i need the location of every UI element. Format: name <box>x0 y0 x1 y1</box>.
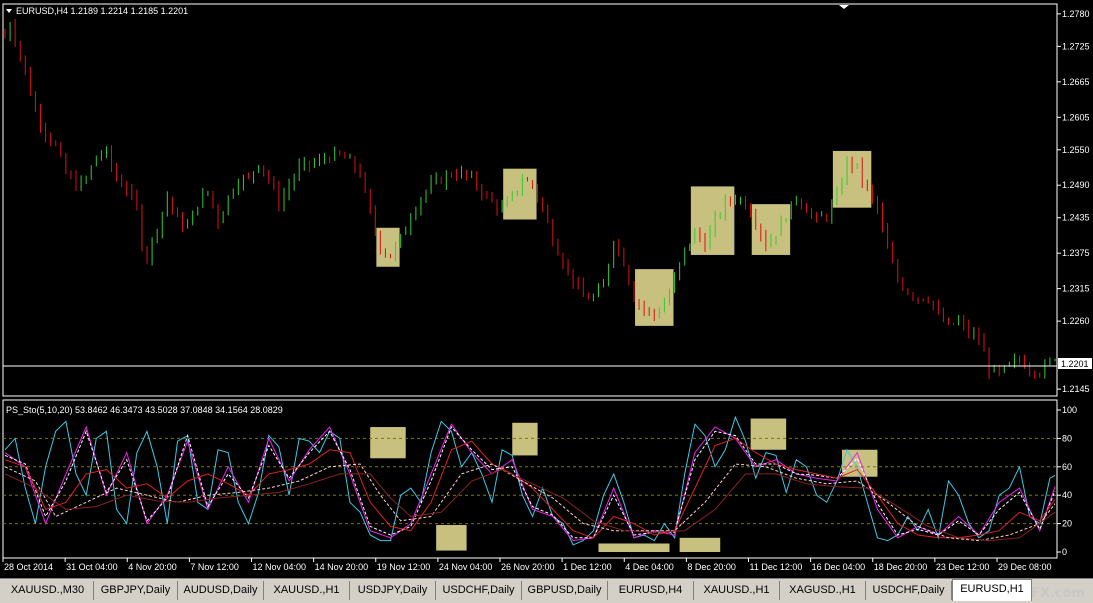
price-tick-label: 1.2550 <box>1062 145 1090 155</box>
time-tick-label: 18 Dec 20:00 <box>874 562 928 572</box>
time-tick-label: 28 Oct 2014 <box>4 562 53 572</box>
indicator-tick-label: 40 <box>1062 490 1072 500</box>
price-tick-label: 1.2435 <box>1062 213 1090 223</box>
price-tick-label: 1.2725 <box>1062 41 1090 51</box>
chart-tab[interactable]: XAUUSD.,H1 <box>264 581 350 600</box>
chart-menu-arrow-icon[interactable] <box>6 9 12 13</box>
price-tick-label: 1.2375 <box>1062 248 1090 258</box>
chart-tab[interactable]: GBPJPY,Daily <box>94 581 178 600</box>
time-tick-label: 23 Dec 12:00 <box>936 562 990 572</box>
chart-canvas[interactable]: 1.2780 1.2725 1.2665 1.2605 1.2550 1.2490 1.24… <box>0 0 1093 578</box>
chart-tab[interactable]: GBPUSD,Daily <box>522 581 608 600</box>
chart-tab-bar: XAUUSD.,M30 GBPJPY,Daily AUDUSD,Daily XAUUS… <box>0 578 1093 603</box>
chart-tab[interactable]: EURUSD,H1 <box>952 579 1032 601</box>
indicator-tick-label: 60 <box>1062 462 1072 472</box>
indicator-tick-label: 0 <box>1062 547 1067 557</box>
chart-tab[interactable]: USDCHF,Daily <box>436 581 522 600</box>
current-price-label: 1.2201 <box>1061 359 1089 369</box>
time-tick-label: 4 Dec 04:00 <box>625 562 674 572</box>
price-tick-label: 1.2490 <box>1062 180 1090 190</box>
indicator-highlight-box[interactable] <box>370 427 406 459</box>
time-tick-label: 11 Dec 12:00 <box>750 562 803 572</box>
time-tick-label: 1 Dec 12:00 <box>563 562 612 572</box>
indicator-tick-label: 20 <box>1062 519 1072 529</box>
time-tick-label: 4 Nov 20:00 <box>128 562 177 572</box>
chart-window[interactable]: 1.2780 1.2725 1.2665 1.2605 1.2550 1.2490 1.24… <box>0 0 1093 578</box>
indicator-series-line <box>4 469 1056 542</box>
time-tick-label: 24 Nov 04:00 <box>439 562 493 572</box>
chart-tab[interactable]: USDJPY,Daily <box>350 581 436 600</box>
price-tick-label: 1.2780 <box>1062 9 1090 19</box>
time-tick-label: 8 Dec 20:00 <box>687 562 736 572</box>
watermark-text: FX.com <box>1030 586 1085 601</box>
price-tick-label: 1.2605 <box>1062 112 1090 122</box>
time-tick-label: 7 Nov 12:00 <box>190 562 239 572</box>
price-tick-label: 1.2260 <box>1062 316 1090 326</box>
time-tick-label: 31 Oct 04:00 <box>66 562 118 572</box>
price-highlight-box[interactable] <box>503 168 537 220</box>
indicator-highlight-box[interactable] <box>436 525 467 551</box>
time-tick-label: 12 Nov 04:00 <box>253 562 307 572</box>
time-tick-label: 26 Nov 20:00 <box>501 562 555 572</box>
indicator-highlight-box[interactable] <box>512 422 538 456</box>
price-tick-label: 1.2665 <box>1062 77 1090 87</box>
indicator-highlight-box[interactable] <box>679 537 721 552</box>
time-tick-label: 16 Dec 04:00 <box>812 562 866 572</box>
chart-tab[interactable]: XAGUSD.,H1 <box>780 581 866 600</box>
indicator-highlight-box[interactable] <box>750 418 787 450</box>
price-tick-label: 1.2145 <box>1062 384 1090 394</box>
time-tick-label: 29 Dec 08:00 <box>998 562 1052 572</box>
watermark-logo: FX.com <box>1031 586 1085 601</box>
price-highlight-box[interactable] <box>690 186 735 255</box>
price-info: EURUSD,H4 1.2189 1.2214 1.2185 1.2201 <box>16 6 188 16</box>
price-panel[interactable]: 1.2780 1.2725 1.2665 1.2605 1.2550 1.2490 1.24… <box>4 9 1090 394</box>
indicator-highlight-box[interactable] <box>598 543 670 552</box>
chart-tab[interactable]: USDCHF,Daily <box>866 581 952 600</box>
price-tick-label: 1.2315 <box>1062 284 1090 294</box>
indicator-tick-label: 80 <box>1062 433 1072 443</box>
indicator-tick-label: 100 <box>1062 405 1077 415</box>
chart-tab[interactable]: EURUSD,H4 <box>608 581 694 600</box>
price-highlight-box[interactable] <box>376 227 400 267</box>
shift-marker-icon[interactable] <box>839 5 849 9</box>
chart-tab[interactable]: AUDUSD,Daily <box>178 581 264 600</box>
time-tick-label: 19 Nov 12:00 <box>377 562 431 572</box>
time-tick-label: 14 Nov 20:00 <box>315 562 369 572</box>
indicator-panel[interactable]: 100 80 60 40 20 0 <box>3 405 1077 557</box>
chart-tab[interactable]: XAUUSD.,M30 <box>2 581 94 600</box>
time-axis: 28 Oct 2014 31 Oct 04:00 4 Nov 20:00 7 Nov … <box>2 558 1052 572</box>
indicator-info: PS_Sto(5,10,20) 53.8462 46.3473 43.5028 … <box>6 405 283 415</box>
chart-tab[interactable]: XAUUSD.,H1 <box>694 581 780 600</box>
